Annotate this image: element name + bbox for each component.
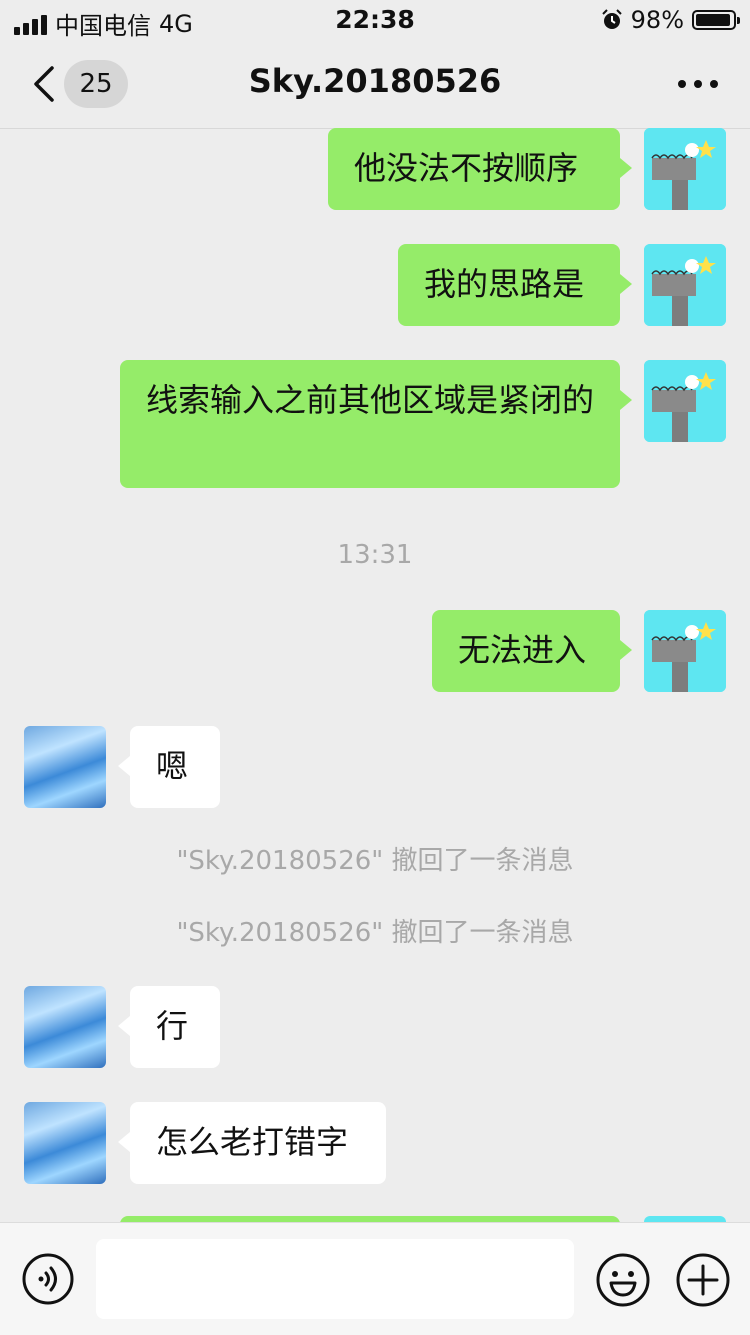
voice-icon[interactable] bbox=[22, 1253, 74, 1305]
contact-message-bubble[interactable]: 嗯 bbox=[118, 726, 220, 808]
contact-message-bubble[interactable]: 行 bbox=[118, 986, 220, 1068]
recall-notice: "Sky.20180526" 撤回了一条消息 bbox=[176, 846, 574, 876]
my-avatar[interactable] bbox=[644, 360, 726, 442]
chat-title: Sky.20180526 bbox=[248, 62, 502, 100]
alarm-icon bbox=[601, 9, 622, 29]
message-text: 他没法不按顺序 bbox=[354, 149, 579, 187]
message-text: 无法进入 bbox=[458, 631, 587, 669]
message-text: 行 bbox=[156, 1007, 189, 1045]
my-avatar-image bbox=[644, 610, 726, 692]
status-right: 98% bbox=[601, 6, 740, 34]
plus-icon[interactable] bbox=[676, 1253, 730, 1307]
my-message-bubble[interactable]: 线索输入之前其他区域是紧闭的 bbox=[120, 360, 632, 488]
chat-header: 25 Sky.20180526 bbox=[0, 40, 750, 129]
message-text: 我的思路是 bbox=[424, 265, 585, 303]
input-bar bbox=[0, 1222, 750, 1335]
message-input[interactable] bbox=[96, 1239, 574, 1319]
my-avatar[interactable] bbox=[644, 610, 726, 692]
my-message-bubble[interactable]: 我的思路是 bbox=[398, 244, 632, 326]
my-avatar[interactable] bbox=[644, 244, 726, 326]
my-avatar-image bbox=[644, 244, 726, 326]
battery-percent: 98% bbox=[630, 6, 684, 34]
my-message-bubble[interactable]: 无法进入 bbox=[432, 610, 632, 692]
message-text: 嗯 bbox=[156, 747, 189, 785]
emoji-icon[interactable] bbox=[596, 1253, 650, 1307]
more-icon[interactable] bbox=[678, 80, 718, 88]
message-text: 怎么老打错字 bbox=[156, 1123, 349, 1161]
battery-icon bbox=[692, 10, 740, 30]
status-bar: 中国电信 4G 22:38 98% bbox=[0, 0, 750, 40]
my-message-bubble[interactable]: 他没法不按顺序 bbox=[328, 128, 632, 210]
my-avatar[interactable] bbox=[644, 128, 726, 210]
contact-avatar[interactable] bbox=[24, 1102, 106, 1184]
timestamp-divider: 13:31 bbox=[337, 540, 413, 570]
contact-avatar[interactable] bbox=[24, 986, 106, 1068]
message-text: 线索输入之前其他区域是紧闭的 bbox=[146, 381, 595, 419]
contact-message-bubble[interactable]: 怎么老打错字 bbox=[118, 1102, 386, 1184]
my-avatar-image bbox=[644, 128, 726, 210]
recall-notice: "Sky.20180526" 撤回了一条消息 bbox=[176, 918, 574, 948]
my-avatar-image bbox=[644, 360, 726, 442]
contact-avatar[interactable] bbox=[24, 726, 106, 808]
